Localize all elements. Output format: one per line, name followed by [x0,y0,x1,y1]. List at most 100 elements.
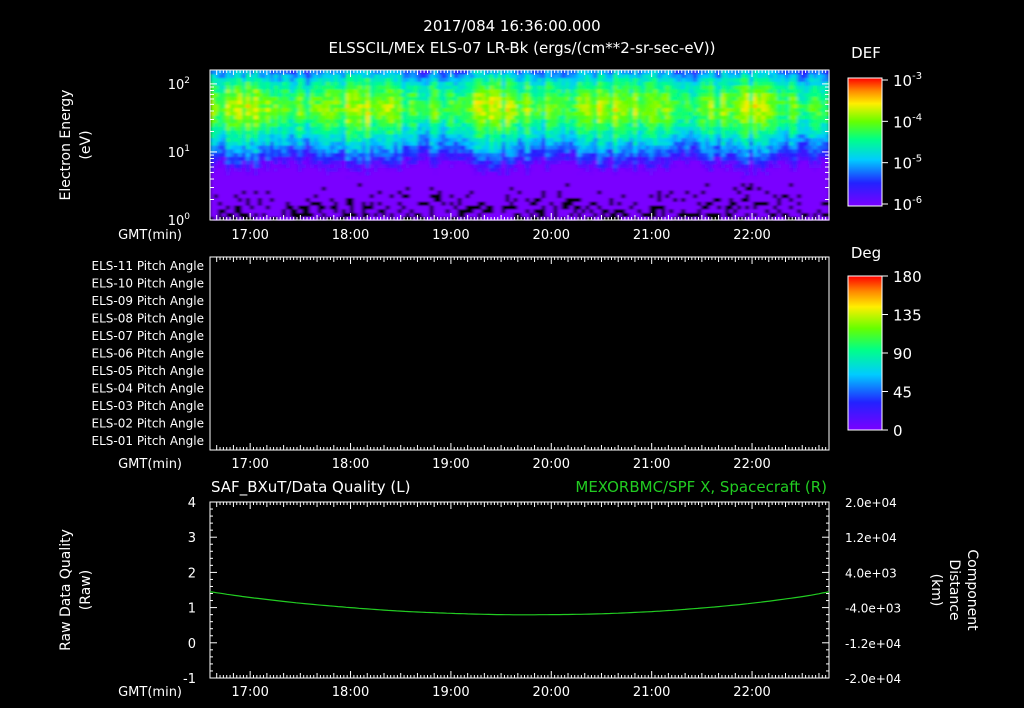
spectrogram-cell [281,126,287,131]
spectrogram-cell [513,126,519,131]
spectrogram-cell [637,178,642,184]
spectrogram-cell [417,133,423,139]
spectrogram-cell [365,178,371,184]
spectrogram-cell [529,77,535,82]
spectrogram-cell [617,186,622,191]
spectrogram-cell [461,205,467,210]
spectrogram-cell [449,126,455,131]
spectrogram-cell [405,156,411,161]
spectrogram-cell [253,160,259,165]
spectrogram-cell [305,81,311,86]
spectrogram-cell [385,122,391,127]
spectrogram-cell [265,115,271,120]
spectrogram-cell [497,160,503,165]
spectrogram-cell [341,103,347,109]
spectrogram-cell [645,193,650,199]
spectrogram-cell [341,197,347,202]
spectrogram-cell [657,133,662,139]
spectrogram-cell [589,205,594,210]
spectrogram-cell [569,73,575,79]
spectrogram-cell [657,130,662,135]
spectrogram-cell [553,178,559,184]
spectrogram-cell [657,122,662,127]
spectrogram-cell [249,193,255,199]
spectrogram-cell [457,190,463,195]
spectrogram-cell [633,208,638,214]
spectrogram-cell [301,145,307,150]
spectrogram-cell [221,178,227,184]
spectrogram-cell [465,167,471,172]
spectrogram-cell [705,152,710,157]
spectrogram-cell [589,115,594,120]
spectrogram-cell [585,92,590,97]
spectrogram-cell [341,81,347,86]
spectrogram-cell [385,156,391,161]
spectrogram-cell [277,115,283,120]
spectrogram-cell [677,103,682,109]
spectrogram-cell [293,190,299,195]
spectrogram-cell [661,182,666,187]
spectrogram-cell [497,96,503,101]
spectrogram-cell [501,126,507,131]
spectrogram-cell [389,212,395,217]
spectrogram-cell [477,85,483,90]
spectrogram-cell [433,182,439,187]
spectrogram-cell [629,96,634,101]
spectrogram-cell [261,208,267,214]
spectrogram-cell [229,130,235,135]
spectrogram-cell [210,193,215,199]
spectrogram-cell [233,205,239,210]
spectrogram-cell [641,133,646,139]
spectrogram-cell [549,178,555,184]
spectrogram-cell [213,85,219,90]
spectrogram-cell [433,77,439,82]
spectrogram-cell [481,193,487,199]
spectrogram-cell [705,208,710,214]
spectrogram-cell [281,96,287,101]
spectrogram-cell [521,175,527,180]
spectrogram-cell [561,163,567,169]
spectrogram-cell [217,115,223,120]
spectrogram-cell [461,92,467,97]
spectrogram-cell [589,107,594,112]
spectrogram-cell [669,85,674,90]
spectrogram-cell [645,167,650,172]
spectrogram-cell [489,85,495,90]
spectrogram-cell [377,70,383,75]
spectrogram-cell [337,160,343,165]
spectrogram-cell [557,212,563,217]
spectrogram-cell [585,126,590,131]
spectrogram-cell [645,100,650,105]
spectrogram-cell [601,126,606,131]
spectrogram-cell [561,167,567,172]
spectrogram-cell [637,73,642,79]
spectrogram-cell [421,133,427,139]
spectrogram-cell [297,167,303,172]
spectrogram-cell [689,141,694,146]
spectrogram-cell [593,178,598,184]
spectrogram-cell [489,103,495,109]
spectrogram-cell [393,137,399,142]
spectrogram-cell [701,160,706,165]
spectrogram-cell [561,115,567,120]
spectrogram-cell [429,77,435,82]
spectrogram-cell [637,148,642,154]
spectrogram-cell [645,148,650,154]
spectrogram-cell [629,201,634,206]
spectrogram-cell [297,178,303,184]
spectrogram-cell [353,208,359,214]
spectrogram-cell [489,212,495,217]
spectrogram-cell [421,190,427,195]
spectrogram-cell [257,115,263,120]
spectrogram-cell [289,126,295,131]
spectrogram-cell [577,163,582,169]
spectrogram-cell [441,156,447,161]
spectrogram-cell [465,197,471,202]
spectrogram-cell [409,133,415,139]
spectrogram-cell [337,96,343,101]
spectrogram-cell [301,152,307,157]
spectrogram-cell [661,133,666,139]
spectrogram-cell [429,115,435,120]
spectrogram-cell [473,122,479,127]
spectrogram-cell [609,175,614,180]
